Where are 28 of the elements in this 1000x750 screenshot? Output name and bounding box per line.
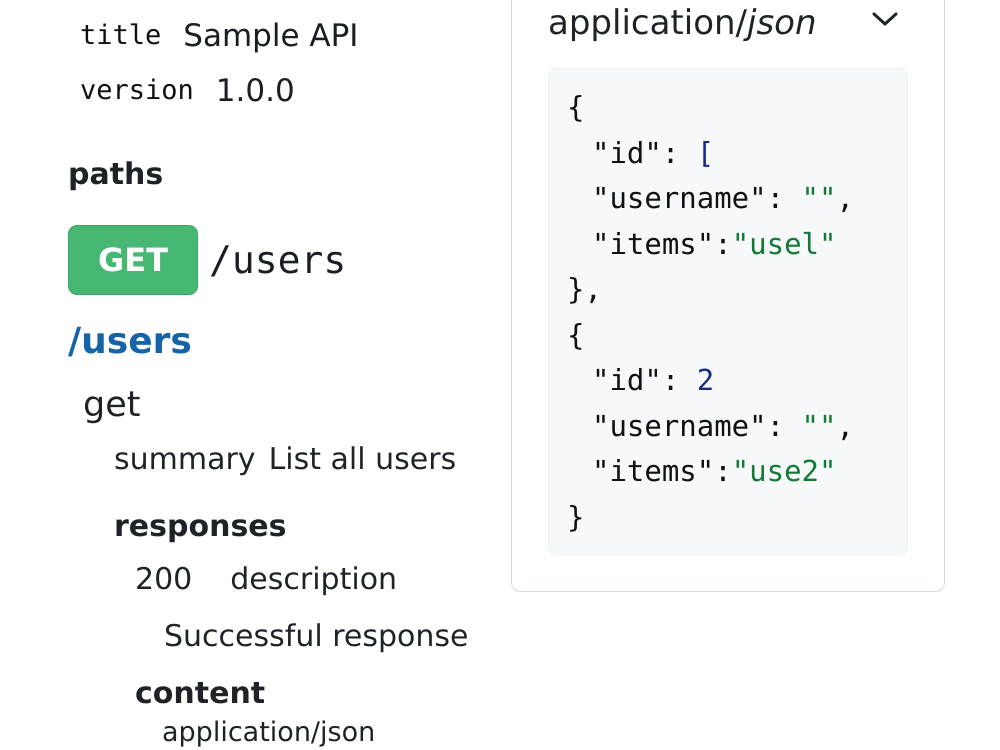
section-heading: paths (68, 156, 164, 194)
code-line: "id": [ (592, 134, 714, 172)
code-line: } (567, 498, 584, 536)
field-value: List all users (268, 441, 456, 479)
info-key: title (80, 18, 162, 52)
chevron-down-icon[interactable] (872, 12, 898, 26)
code-line: { (567, 89, 584, 126)
code-line: { (567, 316, 584, 354)
code-line: "username": "", (592, 180, 854, 217)
response-description: Successful response (164, 618, 468, 656)
info-value: 1.0.0 (216, 72, 295, 110)
code-line: "items":"usel" (592, 226, 836, 262)
code-line: "items":"use2" (592, 453, 836, 490)
field-label: summary (114, 441, 256, 479)
code-line: "username": "", (592, 408, 854, 444)
path-link[interactable]: /users (68, 320, 192, 364)
media-type-label: application/json (548, 2, 817, 44)
info-key: version (80, 74, 194, 108)
info-value: Sample API (183, 16, 358, 54)
section-heading: content (135, 675, 266, 713)
section-heading: responses (114, 508, 286, 546)
status-code: 200 (135, 561, 192, 599)
field-label: description (230, 561, 398, 599)
code-line: "id": 2 (592, 362, 714, 399)
operation-heading: get (83, 384, 140, 427)
endpoint-path: /users (209, 237, 346, 283)
media-type: application/json (162, 716, 376, 750)
code-line: }, (567, 271, 602, 308)
